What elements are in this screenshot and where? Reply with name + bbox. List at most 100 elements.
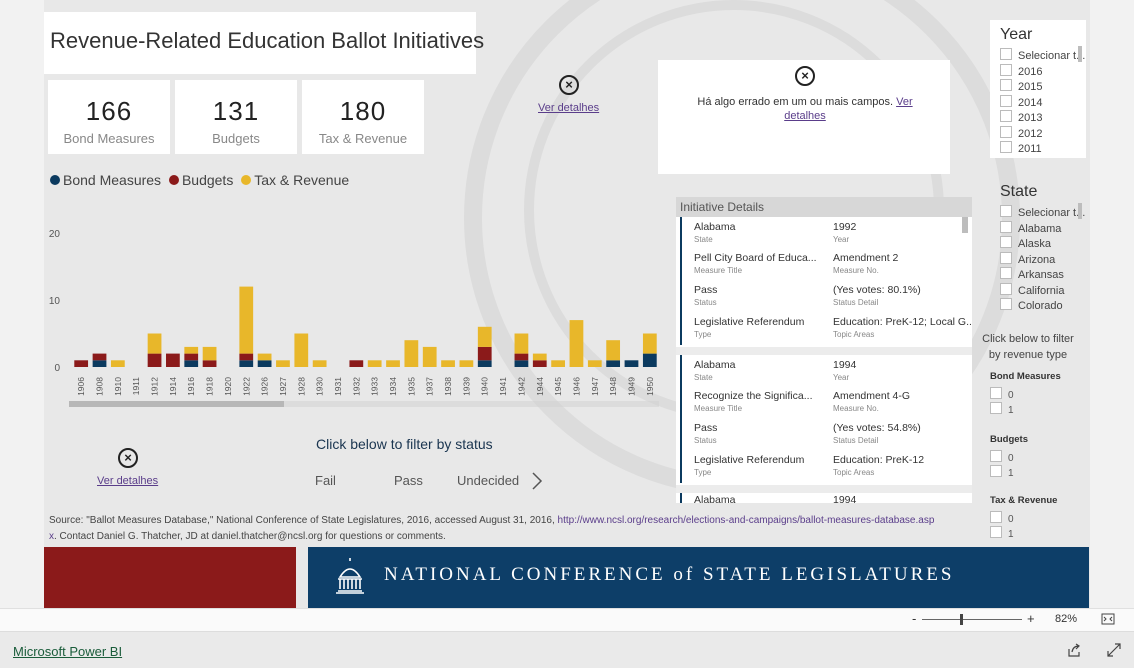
bar-segment[interactable] [184,360,199,367]
kpi-bond-measures[interactable]: 166 Bond Measures [48,80,170,154]
year-option[interactable]: 2013 [1000,110,1086,126]
year-option[interactable]: 2016 [1000,63,1086,80]
bar-segment[interactable] [459,360,474,367]
bar-segment[interactable] [386,360,400,367]
state-option[interactable]: Alabama [1000,220,1086,237]
error-details-link[interactable]: Ver detalhes [538,102,599,114]
chevron-right-icon[interactable] [530,471,544,491]
legend-budgets[interactable]: Budgets [168,172,233,188]
bar-segment[interactable] [239,286,254,354]
bar-segment[interactable] [239,353,254,361]
share-icon[interactable] [1067,643,1081,657]
bar-segment[interactable] [642,353,657,367]
legend-tax-revenue[interactable]: Tax & Revenue [241,172,349,188]
zoom-in-button[interactable]: + [1027,611,1035,626]
year-option[interactable]: 2014 [1000,94,1086,111]
checkbox[interactable] [1000,220,1012,233]
bar-segment[interactable] [147,353,162,367]
bar-segment[interactable] [587,360,602,367]
bar-segment[interactable] [110,360,125,367]
year-option[interactable]: 2015 [1000,79,1086,95]
checkbox[interactable] [1000,141,1012,153]
checkbox[interactable] [990,511,1002,523]
error-details-link[interactable]: Ver detalhes [97,475,158,487]
zoom-slider[interactable] [922,619,1022,620]
bar-segment[interactable] [642,333,657,354]
revenue-option[interactable]: 1 [990,526,1014,541]
fit-to-page-icon[interactable] [1101,613,1115,625]
bar-segment[interactable] [202,360,217,367]
checkbox[interactable] [1000,236,1012,248]
bar-segment[interactable] [441,360,455,367]
bar-segment[interactable] [551,360,565,367]
fullscreen-icon[interactable] [1107,643,1121,657]
status-option-undecided[interactable]: Undecided [457,473,519,488]
checkbox[interactable] [1000,94,1012,107]
bar-segment[interactable] [257,360,272,367]
state-option[interactable]: Colorado [1000,298,1086,314]
detail-record[interactable]: Alabama 1994 [680,493,962,503]
bar-segment[interactable] [166,353,180,367]
bar-segment[interactable] [74,360,89,367]
checkbox[interactable] [1000,48,1012,60]
bar-segment[interactable] [147,333,162,354]
state-option[interactable]: Selecionar t... [1000,205,1086,221]
year-slicer-scrollbar[interactable] [1078,46,1082,62]
bar-segment[interactable] [606,340,621,361]
revenue-option[interactable]: 1 [990,465,1014,480]
state-slicer[interactable]: State Selecionar t... Alabama Alaska Ari… [990,178,1086,314]
detail-record[interactable]: Alabama State 1992 Year Pell City Board of… [680,217,972,345]
zoom-out-button[interactable]: - [912,611,916,626]
checkbox[interactable] [1000,251,1012,264]
bar-segment[interactable] [477,346,492,361]
bar-segment[interactable] [312,360,327,367]
revenue-option[interactable]: 0 [990,387,1014,402]
bar-segment[interactable] [624,360,639,367]
checkbox[interactable] [990,450,1002,462]
kpi-tax-revenue[interactable]: 180 Tax & Revenue [302,80,424,154]
bar-segment[interactable] [92,360,107,367]
bar-segment[interactable] [477,360,492,367]
bar-segment[interactable] [184,346,199,354]
checkbox[interactable] [1000,79,1012,91]
checkbox[interactable] [1000,298,1012,310]
year-option[interactable]: 2011 [1000,141,1086,157]
bar-segment[interactable] [532,360,547,367]
checkbox[interactable] [1000,125,1012,138]
status-option-pass[interactable]: Pass [394,473,423,488]
state-option[interactable]: California [1000,282,1086,299]
checkbox[interactable] [1000,63,1012,76]
bar-segment[interactable] [92,353,107,361]
detail-record[interactable]: Alabama State 1994 Year Recognize the Sign… [680,355,962,483]
bar-segment[interactable] [404,340,419,367]
legend-bond-measures[interactable]: Bond Measures [50,172,161,188]
bar-segment[interactable] [477,326,492,347]
year-slicer[interactable]: Year Selecionar t... 2016 2015 2014 2013… [990,20,1086,158]
state-option[interactable]: Arkansas [1000,267,1086,283]
checkbox[interactable] [990,387,1002,399]
checkbox[interactable] [990,402,1002,414]
checkbox[interactable] [990,465,1002,477]
bar-segment[interactable] [514,333,529,354]
details-scrollbar[interactable] [962,217,968,233]
status-option-fail[interactable]: Fail [315,473,336,488]
checkbox[interactable] [1000,282,1012,295]
bar-segment[interactable] [257,353,272,361]
checkbox[interactable] [1000,205,1012,217]
checkbox[interactable] [1000,267,1012,279]
powerbi-link[interactable]: Microsoft Power BI [13,644,122,659]
state-slicer-scrollbar[interactable] [1078,203,1082,219]
kpi-budgets[interactable]: 131 Budgets [175,80,297,154]
bar-segment[interactable] [349,360,364,367]
bar-segment[interactable] [606,360,621,367]
bar-segment[interactable] [422,346,437,367]
bar-segment[interactable] [514,360,529,367]
state-option[interactable]: Arizona [1000,251,1086,268]
bar-segment[interactable] [184,353,199,361]
bar-segment[interactable] [569,320,584,367]
bar-segment[interactable] [367,360,382,367]
bar-segment[interactable] [202,346,217,361]
checkbox[interactable] [1000,110,1012,122]
bar-segment[interactable] [532,353,547,361]
checkbox[interactable] [990,526,1002,538]
